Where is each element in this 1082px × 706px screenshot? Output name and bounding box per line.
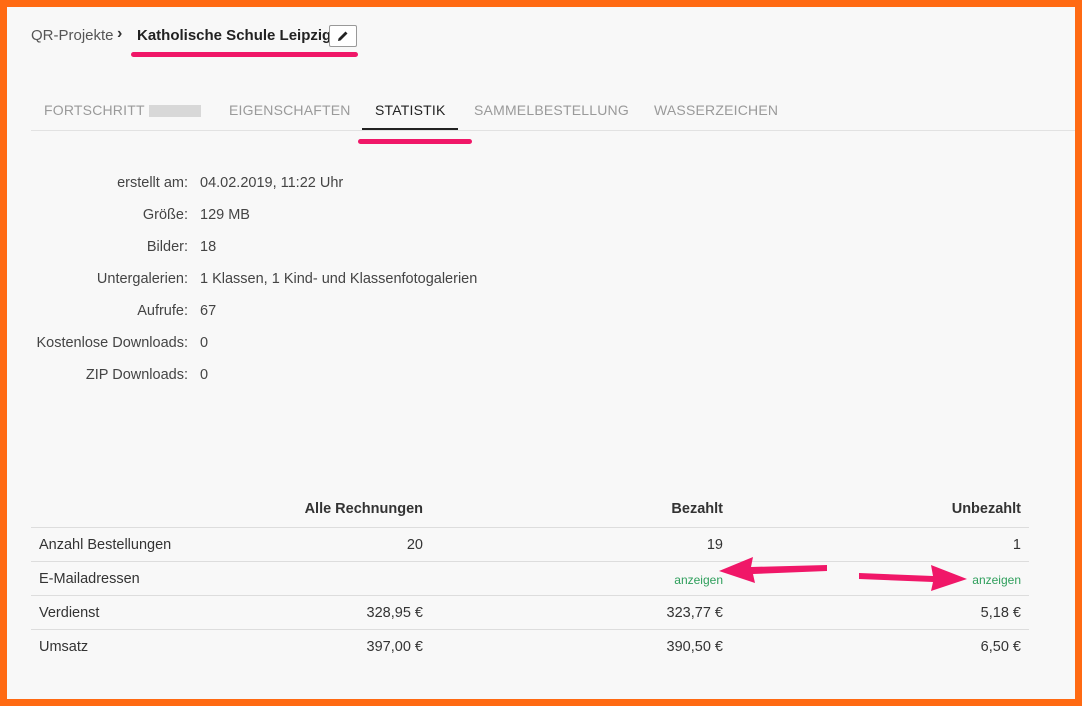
table-header-row: Alle Rechnungen Bezahlt Unbezahlt [31,493,1029,528]
info-value: 129 MB [200,207,250,223]
info-value: 04.02.2019, 11:22 Uhr [200,175,344,191]
highlight-underline-title [131,52,358,57]
pencil-icon [338,31,348,41]
column-header-unpaid: Unbezahlt [951,501,1021,517]
row-label: Verdienst [39,605,100,621]
info-label: Aufrufe: [137,303,188,319]
info-value: 1 Klassen, 1 Kind- und Klassenfotogaleri… [200,271,478,287]
cell-all: 328,95 € [366,605,423,621]
table-row: Umsatz 397,00 € 390,50 € 6,50 € [31,630,1029,663]
progress-indicator [149,105,201,117]
column-header-all: Alle Rechnungen [304,501,423,517]
tab-bar: FORTSCHRITT EIGENSCHAFTEN STATISTIK SAMM… [31,102,1075,131]
tab-fortschritt[interactable]: FORTSCHRITT [44,102,145,118]
cell-paid: 19 [706,537,723,553]
arrow-left-icon [719,557,827,583]
cell-unpaid: 6,50 € [980,639,1021,655]
info-label: Bilder: [146,239,188,255]
info-label: Untergalerien: [96,271,188,287]
chevron-right-icon: › [117,25,123,42]
info-label: ZIP Downloads: [85,367,188,383]
show-unpaid-emails-link[interactable]: anzeigen [972,573,1021,587]
tab-statistik[interactable]: STATISTIK [375,102,446,118]
info-value: 0 [200,335,209,351]
tab-wasserzeichen[interactable]: WASSERZEICHEN [654,102,778,118]
breadcrumb-root-link[interactable]: QR-Projekte [31,27,114,44]
cell-unpaid: 5,18 € [980,605,1021,621]
breadcrumb-current-title: Katholische Schule Leipzig [137,27,332,44]
show-paid-emails-link[interactable]: anzeigen [674,573,723,587]
arrow-right-icon [859,565,967,591]
info-label: erstellt am: [117,175,188,191]
cell-all: 397,00 € [366,639,423,655]
info-value: 18 [200,239,217,255]
info-value: 0 [200,367,209,383]
info-label: Kostenlose Downloads: [36,335,188,351]
active-tab-indicator [362,128,458,130]
row-label: Anzahl Bestellungen [39,537,172,553]
table-row: Anzahl Bestellungen 20 19 1 [31,528,1029,562]
column-header-paid: Bezahlt [671,501,723,517]
cell-all: 20 [406,537,423,553]
row-label: Umsatz [39,639,89,655]
info-value: 67 [200,303,217,319]
cell-unpaid: 1 [1012,537,1021,553]
highlight-underline-tab [358,139,472,144]
info-label: Größe: [142,207,188,223]
tab-eigenschaften[interactable]: EIGENSCHAFTEN [229,102,351,118]
cell-paid: 323,77 € [666,605,723,621]
row-label: E-Mailadressen [39,571,140,587]
page-frame: QR-Projekte › Katholische Schule Leipzig… [7,7,1075,699]
table-row: Verdienst 328,95 € 323,77 € 5,18 € [31,596,1029,630]
tab-sammelbestellung[interactable]: SAMMELBESTELLUNG [474,102,629,118]
edit-title-button[interactable] [329,25,357,47]
cell-paid: 390,50 € [666,639,723,655]
